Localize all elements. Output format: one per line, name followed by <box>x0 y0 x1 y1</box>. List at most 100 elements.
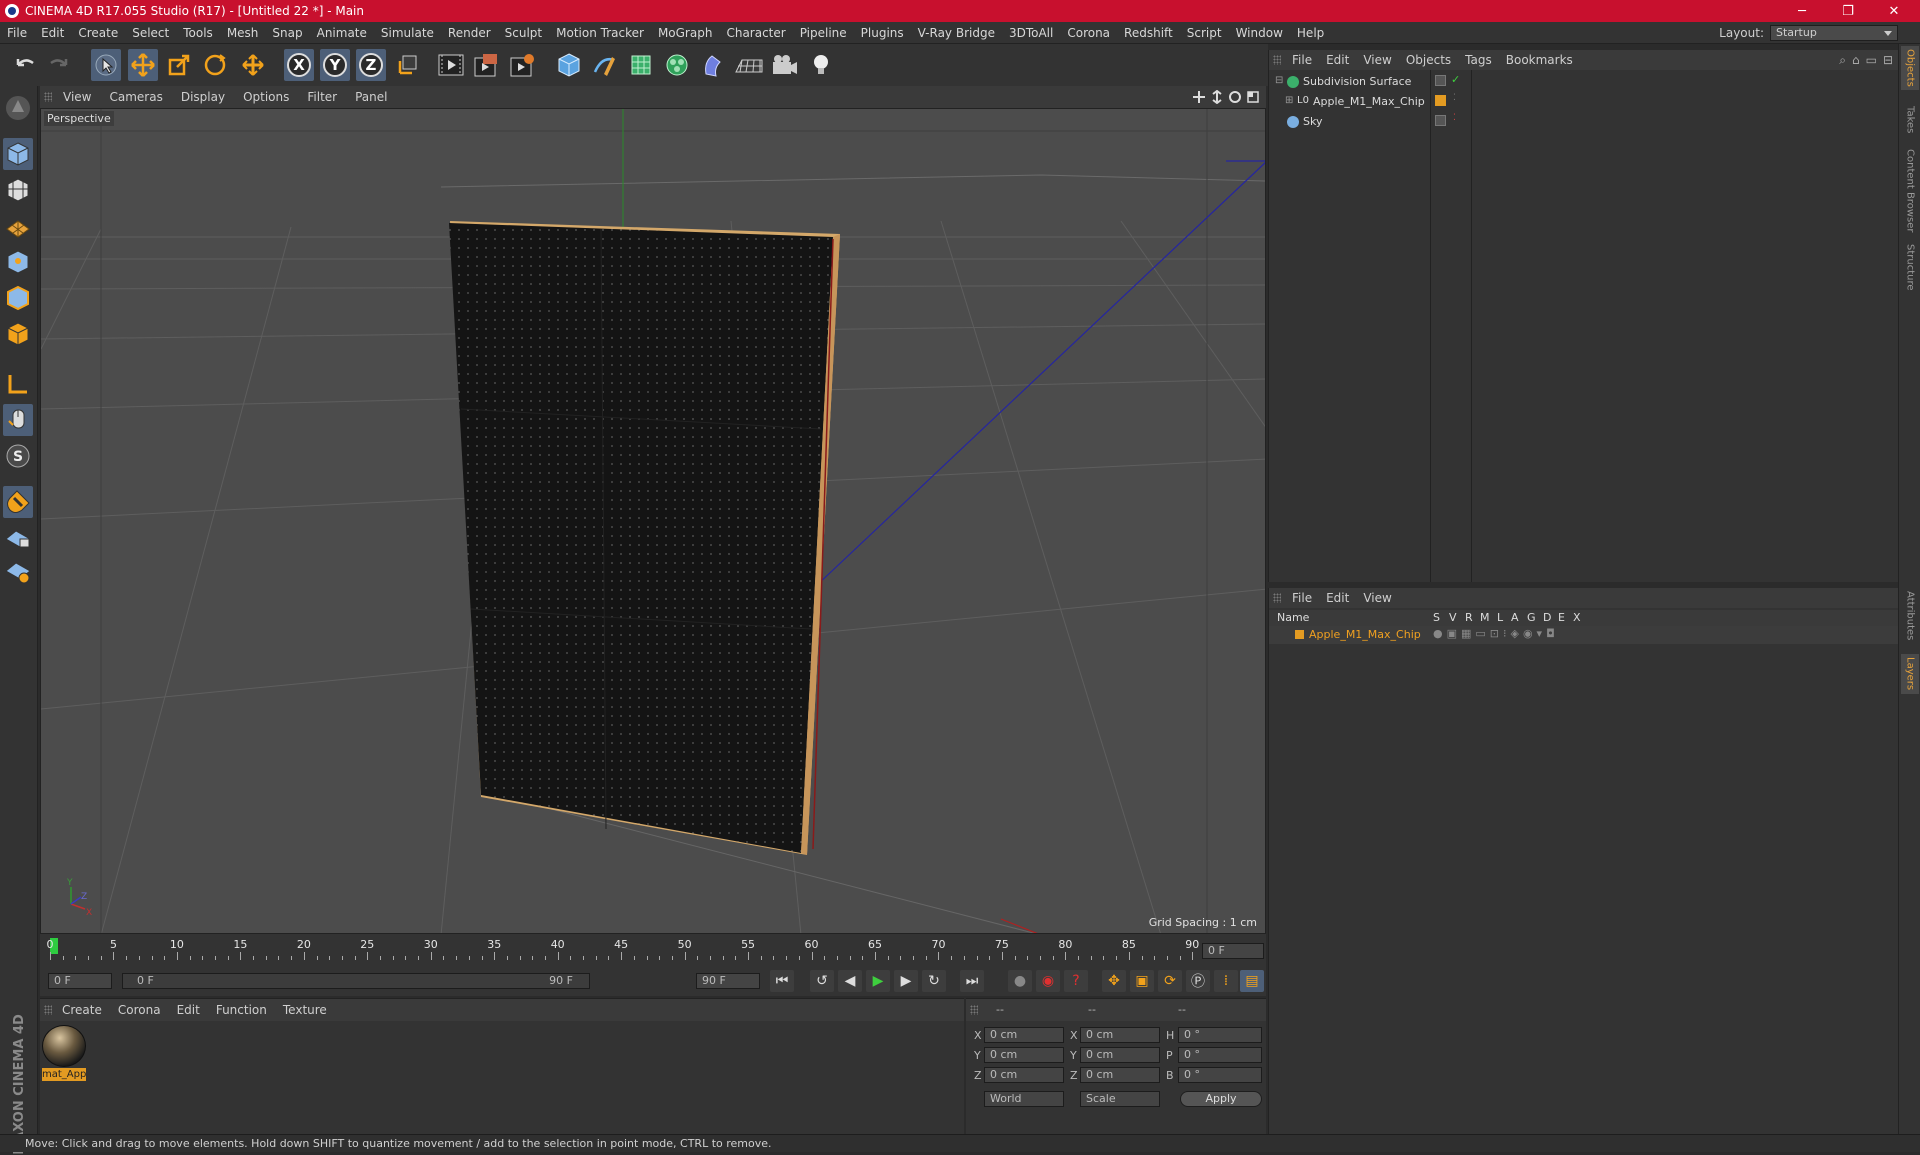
viewport-menu-filter[interactable]: Filter <box>298 90 346 104</box>
workplane-mode-icon[interactable] <box>3 210 33 242</box>
new-window-icon[interactable]: ▭ <box>1866 53 1877 68</box>
menu-motion-tracker[interactable]: Motion Tracker <box>549 26 651 40</box>
viewport-menu-view[interactable]: View <box>54 90 100 104</box>
perspective-viewport[interactable]: Y Z X Perspective Grid Spacing : 1 cm <box>40 108 1266 934</box>
snap-magnet-icon[interactable] <box>3 486 33 518</box>
menu-window[interactable]: Window <box>1229 26 1290 40</box>
menu-sculpt[interactable]: Sculpt <box>498 26 549 40</box>
cube-object-icon[interactable] <box>554 49 584 81</box>
menu-character[interactable]: Character <box>719 26 792 40</box>
layer-menu-edit[interactable]: Edit <box>1319 591 1356 605</box>
menu-simulate[interactable]: Simulate <box>374 26 441 40</box>
light-object-icon[interactable] <box>806 49 836 81</box>
layer-row[interactable]: Apple_M1_Max_Chip ●▣▦▭⊡⁝◈◉▾◘ <box>1269 626 1899 644</box>
menu-mograph[interactable]: MoGraph <box>651 26 720 40</box>
lock-icon[interactable]: ⊟ <box>1883 53 1893 68</box>
display-tag-icon[interactable] <box>1435 115 1446 126</box>
visibility-dots-icon[interactable]: ⁚ <box>1453 93 1456 103</box>
menu-snap[interactable]: Snap <box>265 26 309 40</box>
frame-range-slider[interactable]: 0 F 90 F <box>122 973 590 989</box>
menu-file[interactable]: File <box>0 26 34 40</box>
home-icon[interactable]: ⌂ <box>1852 53 1860 68</box>
menu-redshift[interactable]: Redshift <box>1117 26 1180 40</box>
menu-mesh[interactable]: Mesh <box>220 26 266 40</box>
tab-layers[interactable]: Layers <box>1901 654 1919 694</box>
polygons-mode-icon[interactable] <box>3 318 33 350</box>
points-mode-icon[interactable] <box>3 246 33 278</box>
object-menu-bookmarks[interactable]: Bookmarks <box>1499 53 1580 67</box>
material-thumbnail[interactable]: mat_Appl <box>42 1025 86 1081</box>
frame-ruler[interactable]: 0 5 10 15 20 25 30 35 40 45 50 55 60 65 70 75 80 85 90 <box>47 936 1205 962</box>
viewport-zoom-icon[interactable] <box>1210 90 1224 104</box>
record-keys-icon[interactable]: ● <box>1008 970 1032 992</box>
object-row-apple-m1-max-chip[interactable]: ⊞ L0 Apple_M1_Max_Chip ⁚ <box>1269 92 1899 112</box>
panel-grip-icon[interactable] <box>1273 593 1281 603</box>
next-frame-icon[interactable]: ▶ <box>894 970 918 992</box>
grid-snap-settings-icon[interactable] <box>3 556 33 588</box>
position-z-field[interactable]: 0 cm <box>984 1067 1064 1083</box>
size-mode-dropdown[interactable]: Scale <box>1080 1091 1160 1107</box>
key-pla-icon[interactable]: ⁞ <box>1214 970 1238 992</box>
render-to-picture-viewer-icon[interactable] <box>472 49 502 81</box>
panel-grip-icon[interactable] <box>1273 55 1281 65</box>
menu-plugins[interactable]: Plugins <box>854 26 911 40</box>
menu-select[interactable]: Select <box>125 26 176 40</box>
redo-icon[interactable] <box>44 49 74 81</box>
panel-grip-icon[interactable] <box>970 1005 978 1015</box>
object-row-sky[interactable]: Sky ⁚ <box>1269 112 1899 132</box>
tab-structure[interactable]: Structure <box>1901 242 1919 292</box>
menu-tools[interactable]: Tools <box>176 26 220 40</box>
floor-object-icon[interactable] <box>734 49 764 81</box>
live-selection-move-icon[interactable] <box>238 49 268 81</box>
object-row-subdivision-surface[interactable]: ⊟ Subdivision Surface ✓ <box>1269 72 1899 92</box>
layer-menu-file[interactable]: File <box>1285 591 1319 605</box>
material-menu-create[interactable]: Create <box>54 1003 110 1017</box>
material-menu-function[interactable]: Function <box>208 1003 275 1017</box>
object-menu-view[interactable]: View <box>1356 53 1398 67</box>
spline-pen-icon[interactable] <box>590 49 620 81</box>
rotation-h-field[interactable]: 0 ° <box>1178 1027 1262 1043</box>
panel-grip-icon[interactable] <box>44 1005 52 1015</box>
size-z-field[interactable]: 0 cm <box>1080 1067 1160 1083</box>
viewport-maximize-icon[interactable] <box>1246 90 1260 104</box>
viewport-menu-panel[interactable]: Panel <box>346 90 396 104</box>
end-frame-field[interactable]: 90 F <box>696 973 760 989</box>
tab-objects[interactable]: Objects <box>1901 46 1919 90</box>
menu-create[interactable]: Create <box>71 26 125 40</box>
go-to-end-icon[interactable]: ⏭ <box>960 970 984 992</box>
viewport-rotate-icon[interactable] <box>1228 90 1242 104</box>
start-frame-field[interactable]: 0 F <box>48 973 112 989</box>
select-pointer-icon[interactable] <box>91 49 121 81</box>
expand-icon[interactable]: ⊞ <box>1285 95 1293 106</box>
axis-mode-icon[interactable] <box>3 368 33 400</box>
tab-takes[interactable]: Takes <box>1901 102 1919 138</box>
menu-help[interactable]: Help <box>1290 26 1331 40</box>
current-frame-field[interactable]: 0 F <box>1202 943 1264 959</box>
menu-render[interactable]: Render <box>441 26 498 40</box>
solo-mode-icon[interactable]: S <box>3 440 33 472</box>
move-tool-icon[interactable] <box>128 49 158 81</box>
layer-menu-view[interactable]: View <box>1356 591 1398 605</box>
search-icon[interactable]: ⌕ <box>1839 53 1846 68</box>
menu-script[interactable]: Script <box>1180 26 1229 40</box>
object-menu-edit[interactable]: Edit <box>1319 53 1356 67</box>
viewport-menu-options[interactable]: Options <box>234 90 298 104</box>
menu-pipeline[interactable]: Pipeline <box>793 26 854 40</box>
rotate-tool-icon[interactable] <box>200 49 230 81</box>
autokey-icon[interactable]: ◉ <box>1036 970 1060 992</box>
tweak-mode-icon[interactable] <box>3 404 33 436</box>
go-to-start-icon[interactable]: ⏮ <box>770 970 794 992</box>
position-x-field[interactable]: 0 cm <box>984 1027 1064 1043</box>
render-settings-icon[interactable] <box>508 49 538 81</box>
position-y-field[interactable]: 0 cm <box>984 1047 1064 1063</box>
y-axis-lock-button[interactable]: Y <box>320 49 350 81</box>
menu-3dtoall[interactable]: 3DToAll <box>1002 26 1060 40</box>
object-menu-file[interactable]: File <box>1285 53 1319 67</box>
previous-frame-icon[interactable]: ◀ <box>838 970 862 992</box>
key-position-icon[interactable]: ✥ <box>1102 970 1126 992</box>
material-menu-edit[interactable]: Edit <box>169 1003 208 1017</box>
tab-attributes[interactable]: Attributes <box>1901 584 1919 648</box>
mograph-cloner-icon[interactable] <box>662 49 692 81</box>
previous-key-icon[interactable]: ↺ <box>810 970 834 992</box>
layer-color-icon[interactable] <box>1435 95 1446 106</box>
